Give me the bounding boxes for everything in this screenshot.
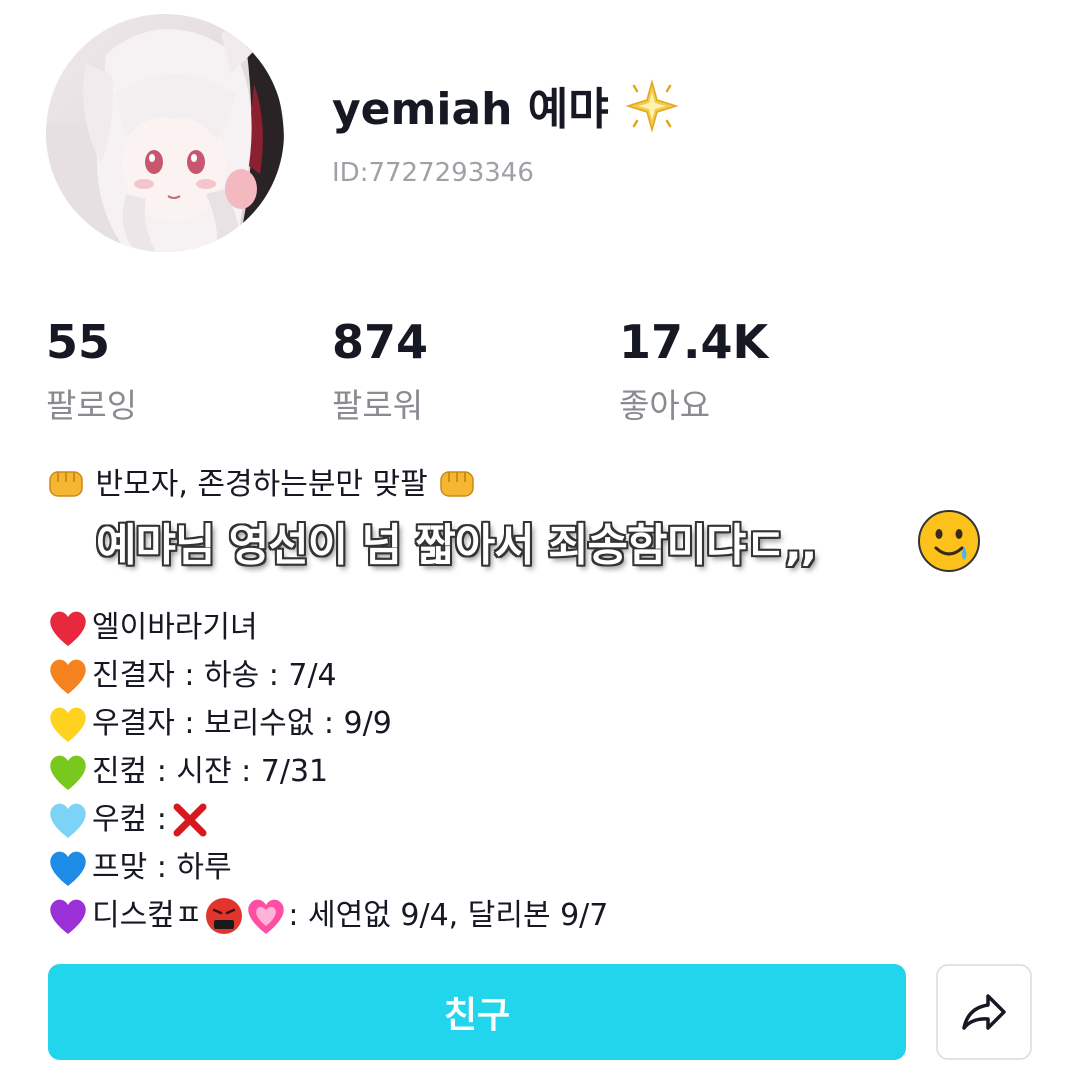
likes-label: 좋아요 <box>619 386 711 425</box>
list-item-text: 프맞 : 하루 <box>92 850 232 885</box>
following-label: 팔로잉 <box>46 386 138 425</box>
overlay-caption: 예먀님 영선이 넘 짧아서 죄송함미댜ㄷ,, <box>96 520 817 571</box>
fist-bump-icon <box>49 471 83 497</box>
orange-heart-icon <box>50 659 86 694</box>
yellow-heart-icon <box>50 707 86 742</box>
user-id[interactable]: ID:7727293346 <box>332 156 534 190</box>
share-arrow-icon <box>962 994 1006 1030</box>
list-item-text: 엘이바라기녀 <box>92 610 258 645</box>
list-item-text-after: : 세연없 9/4, 달리본 9/7 <box>288 898 609 933</box>
bio-relationship-list: 엘이바라기녀 진결자 : 하송 : 7/4 우결자 : 보리수없 : 9/9 진… <box>46 604 608 940</box>
list-item: 프맞 : 하루 <box>46 844 608 892</box>
light-blue-heart-icon <box>50 803 86 838</box>
stat-following[interactable]: 55 팔로잉 <box>46 312 137 430</box>
following-count: 55 <box>46 315 111 369</box>
cursing-face-icon <box>206 898 243 934</box>
stat-likes[interactable]: 17.4K 좋아요 <box>619 312 768 430</box>
purple-heart-icon <box>50 899 86 934</box>
list-item-text: 진컾 : 시쟌 : 7/31 <box>92 754 329 789</box>
likes-count: 17.4K <box>619 315 769 369</box>
sparkle-star-icon <box>625 79 679 133</box>
fist-bump-icon <box>440 471 475 497</box>
red-heart-icon <box>50 611 86 646</box>
list-item: 진결자 : 하송 : 7/4 <box>46 652 608 700</box>
username: yemiah 예먀 <box>332 78 680 140</box>
followers-label: 팔로워 <box>332 386 424 425</box>
list-item: 진컾 : 시쟌 : 7/31 <box>46 748 608 796</box>
bio-line-1-text: 반모자, 존경하는분만 맞팔 <box>95 467 428 502</box>
bio-line-1: 반모자, 존경하는분만 맞팔 <box>46 462 477 508</box>
cross-mark-icon <box>173 803 207 837</box>
avatar[interactable] <box>46 14 284 252</box>
pink-heart-icon <box>248 899 285 934</box>
stat-followers[interactable]: 874 팔로워 <box>332 312 428 430</box>
list-item: 우결자 : 보리수없 : 9/9 <box>46 700 608 748</box>
list-item: 디스컾ㅍ : 세연없 9/4, 달리본 9/7 <box>46 892 608 940</box>
username-text: yemiah 예먀 <box>332 84 609 135</box>
smiling-face-with-tear-icon <box>918 510 980 572</box>
followers-count: 874 <box>332 315 429 369</box>
avatar-image <box>46 14 284 252</box>
blue-heart-icon <box>50 851 86 886</box>
green-heart-icon <box>50 755 86 790</box>
friend-button[interactable]: 친구 <box>48 964 906 1060</box>
share-button[interactable] <box>936 964 1032 1060</box>
list-item-text: 진결자 : 하송 : 7/4 <box>92 658 337 693</box>
list-item-text: 우컾 : <box>92 802 167 837</box>
list-item-text: 우결자 : 보리수없 : 9/9 <box>92 706 392 741</box>
list-item: 우컾 : <box>46 796 608 844</box>
list-item-text: 디스컾ㅍ <box>92 898 203 933</box>
list-item: 엘이바라기녀 <box>46 604 608 652</box>
